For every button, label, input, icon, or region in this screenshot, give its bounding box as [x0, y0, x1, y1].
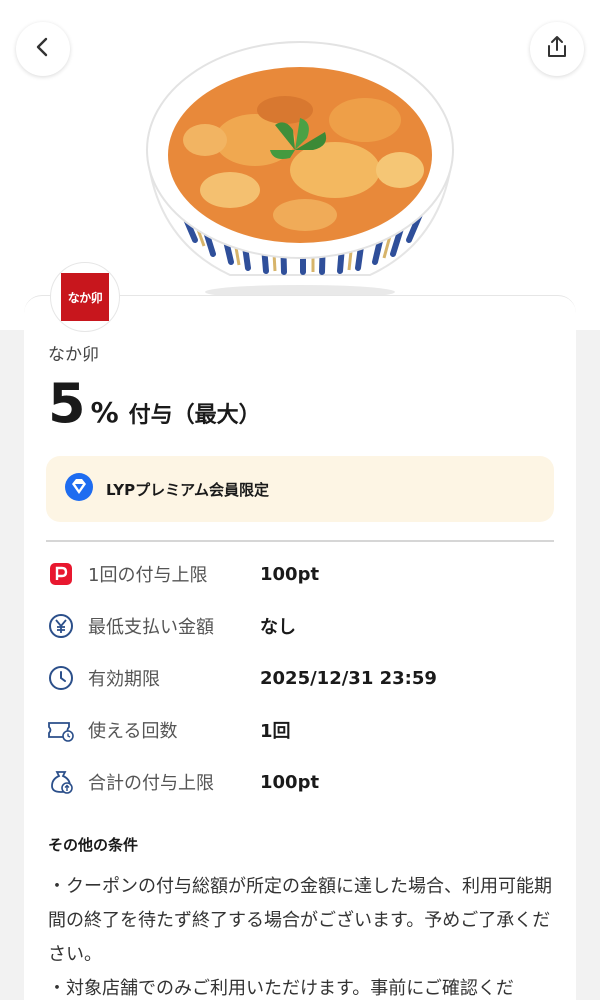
logo-text: なか卯: [67, 290, 103, 305]
detail-value: なし: [260, 617, 296, 638]
reward-label: 付与（最大）: [128, 403, 261, 428]
premium-label: LYPプレミアム会員限定: [106, 480, 270, 499]
detail-label: 合計の付与上限: [88, 773, 214, 794]
lyp-premium-banner: LYPプレミアム会員限定: [46, 456, 554, 522]
shop-logo: なか卯: [50, 262, 120, 332]
terms-title: その他の条件: [48, 836, 139, 854]
detail-value: 1回: [260, 721, 291, 742]
detail-label: 最低支払い金額: [88, 617, 214, 638]
terms-line: ・対象店舗でのみご利用いただけます。事前にご確認くだ: [48, 978, 514, 999]
oyakodon-bowl-photo: [135, 0, 465, 300]
detail-value: 100pt: [260, 563, 320, 585]
terms-text: ・クーポンの付与総額が所定の金額に達した場合、利用可能期間の終了を待たず終了する…: [48, 870, 554, 1000]
back-button[interactable]: [16, 22, 70, 76]
money-bag-up-icon: [46, 767, 76, 797]
paypay-p-icon: [46, 559, 76, 589]
nakau-logo: なか卯: [61, 273, 109, 321]
divider: [46, 540, 554, 542]
detail-row-usage-count: 使える回数 1回: [46, 704, 554, 756]
detail-value: 2025/12/31 23:59: [260, 667, 437, 689]
reward-unit: %: [90, 396, 119, 429]
share-button[interactable]: [530, 22, 584, 76]
shop-name: なか卯: [48, 345, 99, 365]
terms-line: ・クーポンの付与総額が所定の金額に達した場合、利用可能期間の終了を待たず終了する…: [48, 876, 552, 965]
lyp-diamond-icon: [64, 472, 94, 506]
detail-row-per-use-limit: 1回の付与上限 100pt: [46, 548, 554, 600]
detail-row-expiry: 有効期限 2025/12/31 23:59: [46, 652, 554, 704]
ticket-clock-icon: [46, 715, 76, 745]
coupon-details-list: 1回の付与上限 100pt 最低支払い金額 なし 有効期限 2025/12/31…: [46, 548, 554, 808]
detail-value: 100pt: [260, 771, 320, 793]
reward-rate: 5 % 付与（最大）: [48, 372, 554, 435]
reward-value: 5: [48, 372, 86, 435]
detail-row-total-limit: 合計の付与上限 100pt: [46, 756, 554, 808]
share-upload-icon: [544, 34, 570, 64]
detail-row-min-payment: 最低支払い金額 なし: [46, 600, 554, 652]
detail-label: 1回の付与上限: [88, 565, 208, 586]
clock-icon: [46, 663, 76, 693]
detail-label: 有効期限: [88, 669, 160, 690]
detail-label: 使える回数: [88, 721, 178, 742]
chevron-left-icon: [32, 36, 54, 62]
yen-circle-icon: [46, 611, 76, 641]
